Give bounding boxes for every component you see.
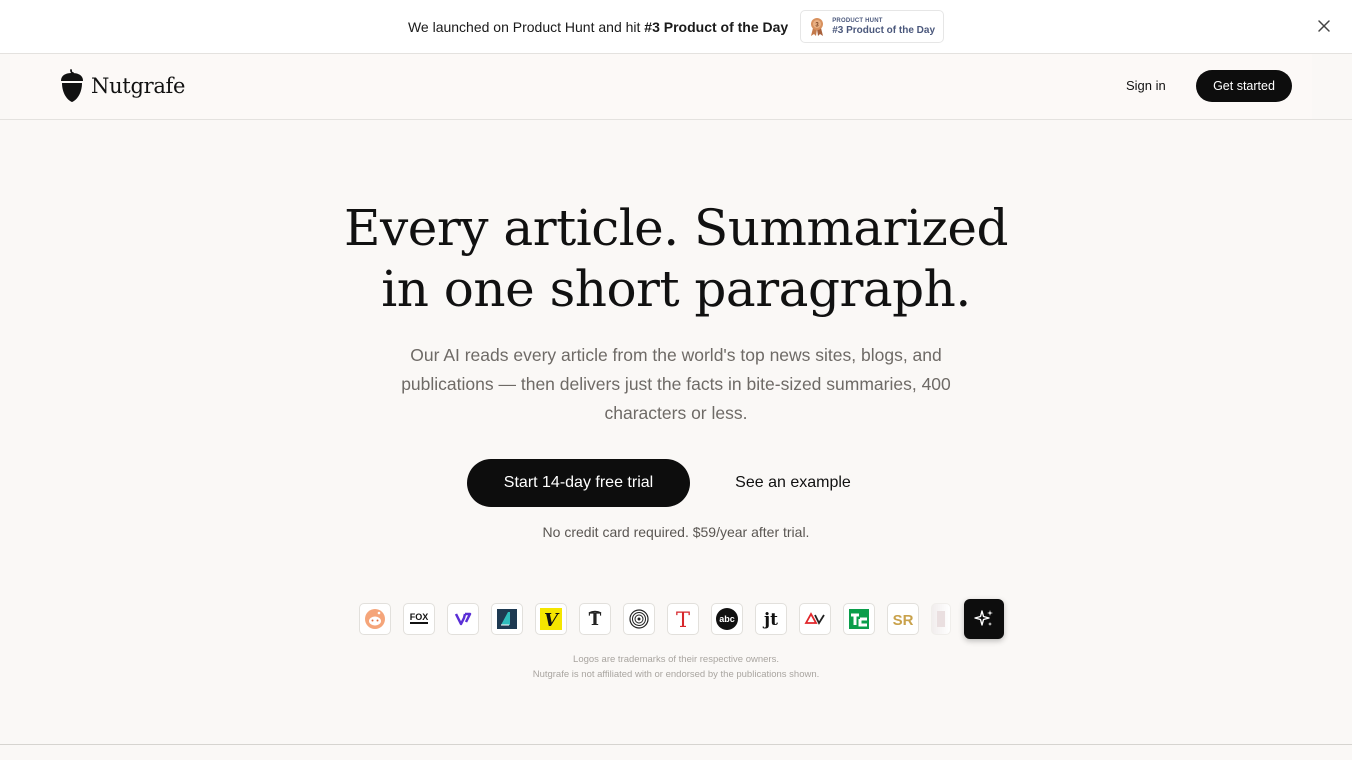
- header-inner: [10, 54, 1312, 119]
- banner-text-highlight: #3 Product of the Day: [644, 18, 789, 35]
- svg-text:T: T: [676, 608, 690, 630]
- jt-logo: jt: [755, 603, 787, 635]
- see-example-button[interactable]: See an example: [714, 459, 872, 507]
- svg-text:jt: jt: [762, 610, 778, 630]
- techcrunch-logo: [843, 603, 875, 635]
- badge-label-small: PRODUCT HUNT: [832, 17, 883, 24]
- banner-text: We launched on Product Hunt and hit #3 P…: [408, 19, 788, 35]
- faded-logo: [931, 603, 951, 635]
- vulture-logo: V: [535, 603, 567, 635]
- get-started-button[interactable]: Get started: [1196, 70, 1292, 102]
- fox-sports-logo: FOX: [403, 603, 435, 635]
- close-icon[interactable]: [1316, 18, 1332, 34]
- abc-logo: abc: [711, 603, 743, 635]
- axios-logo: [491, 603, 523, 635]
- brand-logo[interactable]: Nutgrafe: [60, 69, 185, 103]
- medal-icon: 3: [811, 17, 824, 36]
- atlantic-logo: [623, 603, 655, 635]
- start-trial-button[interactable]: Start 14-day free trial: [467, 459, 690, 507]
- verge-logo: [447, 603, 479, 635]
- hero-title-line-2: in one short paragraph.: [381, 260, 971, 318]
- site-header: Nutgrafe Sign in Get started: [0, 54, 1352, 120]
- tmag-logo: T: [667, 603, 699, 635]
- reddit-logo: [359, 603, 391, 635]
- section-divider: [0, 744, 1352, 745]
- banner-text-prefix: We launched on Product Hunt and hit: [407, 18, 645, 35]
- av-club-logo: [799, 603, 831, 635]
- hero-subtitle: Our AI reads every article from the worl…: [401, 345, 951, 423]
- sr-logo: SR: [887, 603, 919, 635]
- acorn-icon: [61, 69, 83, 102]
- disclaimer-line-2: Nutgrafe is not affiliated with or endor…: [532, 669, 820, 680]
- announcement-banner: We launched on Product Hunt and hit #3 P…: [0, 0, 1352, 54]
- sparkle-icon: [974, 610, 993, 626]
- nytimes-logo: T: [579, 603, 611, 635]
- sign-in-link[interactable]: Sign in: [1126, 78, 1166, 93]
- svg-text:SR: SR: [893, 612, 914, 629]
- svg-text:FOX: FOX: [410, 612, 429, 622]
- ai-sparkle-button[interactable]: [964, 599, 1004, 639]
- hero-title: Every article. Summarized in one short p…: [0, 198, 1352, 320]
- product-hunt-badge[interactable]: 3 PRODUCT HUNT #3 Product of the Day: [800, 10, 945, 43]
- trial-note: No credit card required. $59/year after …: [542, 524, 810, 540]
- svg-text:abc: abc: [719, 614, 735, 624]
- svg-text:V: V: [544, 610, 560, 631]
- badge-label-big: #3 Product of the Day: [832, 24, 936, 36]
- disclaimer-line-1: Logos are trademarks of their respective…: [573, 654, 779, 665]
- brand-name: Nutgrafe: [91, 74, 186, 98]
- hero-title-line-1: Every article. Summarized: [344, 199, 1008, 257]
- trademark-disclaimer: Logos are trademarks of their respective…: [0, 652, 1352, 682]
